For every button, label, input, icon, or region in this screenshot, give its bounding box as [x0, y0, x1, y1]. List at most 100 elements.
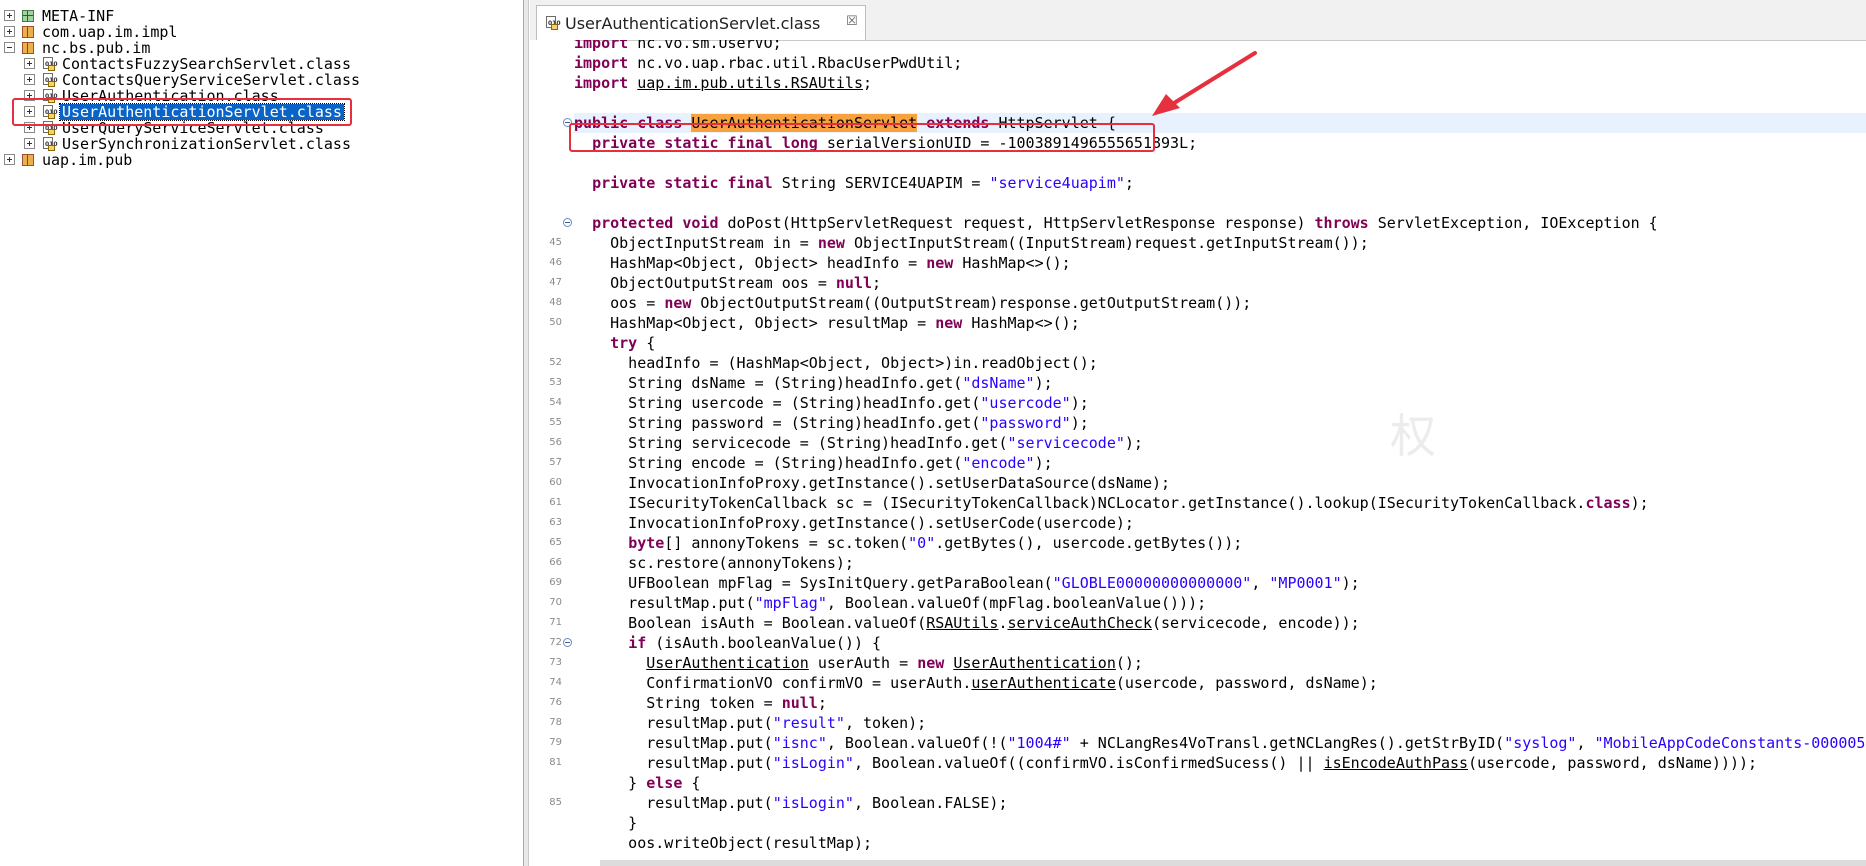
expand-icon[interactable] [4, 10, 15, 21]
close-tab-icon[interactable]: ☒ [846, 14, 858, 29]
code-line: } else { [574, 774, 701, 792]
code-line: HashMap<Object, Object> headInfo = new H… [574, 254, 1071, 272]
code-line: String encode = (String)headInfo.get("en… [574, 454, 1053, 472]
line-number-ruler: 45 46 47 48 50 52 53 54 55 56 57 60 61 63 65 66 69 70 71 72… [530, 40, 574, 866]
code-line: String servicecode = (String)headInfo.ge… [574, 434, 1143, 452]
code-line: oos.writeObject(resultMap); [574, 834, 873, 852]
code-line: InvocationInfoProxy.getInstance().setUse… [574, 514, 1134, 532]
line-number: 48 [549, 297, 562, 308]
code-line: if (isAuth.booleanValue()) { [628, 634, 882, 652]
line-number: 81 [549, 757, 562, 768]
code-line: } [574, 814, 638, 832]
code-line: sc.restore(annonyTokens); [574, 554, 854, 572]
code-line: resultMap.put("isnc", Boolean.valueOf(!(… [574, 734, 1866, 752]
line-number: 57 [549, 457, 562, 468]
tree-item[interactable]: 010 ContactsQueryServiceServlet.class [0, 72, 520, 88]
code-line: resultMap.put("result", token); [574, 714, 927, 732]
code-line: oos = new ObjectOutputStream((OutputStre… [574, 294, 1252, 312]
pane-splitter[interactable] [524, 0, 529, 866]
line-number: 50 [549, 317, 562, 328]
line-number: 76 [549, 697, 562, 708]
line-number: 56 [549, 437, 562, 448]
code-area[interactable]: import nc.vo.sm.UserVO; import nc.vo.uap.… [574, 40, 1866, 866]
line-number: 69 [549, 577, 562, 588]
expand-icon[interactable] [24, 74, 35, 85]
code-line: HashMap<Object, Object> resultMap = new … [574, 314, 1080, 332]
collapse-icon[interactable] [4, 42, 15, 53]
code-line: byte[] annonyTokens = sc.token("0".getBy… [628, 534, 1243, 552]
fold-collapse-icon[interactable] [563, 218, 572, 227]
code-line: Boolean isAuth = Boolean.valueOf(RSAUtil… [574, 614, 1360, 632]
line-number: 85 [549, 797, 562, 808]
line-number: 78 [549, 717, 562, 728]
annotation-box-class-declaration [569, 123, 1155, 152]
code-line: headInfo = (HashMap<Object, Object>)in.r… [574, 354, 1098, 372]
editor-tab-active[interactable]: 010 UserAuthenticationServlet.class ☒ [536, 5, 866, 40]
package-icon [22, 42, 34, 54]
code-line: String password = (String)headInfo.get("… [574, 414, 1089, 432]
editor-tab-bar: 010 UserAuthenticationServlet.class ☒ [530, 0, 1866, 41]
line-number: 45 [549, 237, 562, 248]
expand-icon[interactable] [24, 138, 35, 149]
line-number: 55 [549, 417, 562, 428]
line-number: 73 [549, 657, 562, 668]
tree-item-label: ContactsFuzzySearchServlet.class [62, 55, 351, 73]
line-number: 74 [549, 677, 562, 688]
expand-icon[interactable] [4, 154, 15, 165]
code-line: try { [610, 334, 656, 352]
code-line: ISecurityTokenCallback sc = (ISecurityTo… [574, 494, 1649, 512]
tree-item-label: uap.im.pub [42, 151, 133, 169]
code-line: private static final String SERVICE4UAPI… [592, 174, 1134, 192]
code-line: resultMap.put("mpFlag", Boolean.valueOf(… [574, 594, 1207, 612]
code-line: InvocationInfoProxy.getInstance().setUse… [574, 474, 1171, 492]
tree-item-label: nc.bs.pub.im [42, 39, 151, 57]
line-number: 72 [549, 637, 562, 648]
line-number: 61 [549, 497, 562, 508]
tree-item-label: UserSynchronizationServlet.class [62, 135, 351, 153]
tree-item-label: com.uap.im.impl [42, 23, 178, 41]
tree-item[interactable]: com.uap.im.impl [0, 24, 520, 40]
horizontal-scrollbar[interactable] [600, 860, 1866, 866]
line-number: 60 [549, 477, 562, 488]
editor-tab-title: UserAuthenticationServlet.class [565, 14, 821, 33]
line-number: 65 [549, 537, 562, 548]
expand-icon[interactable] [24, 58, 35, 69]
code-line: String token = null; [574, 694, 827, 712]
package-explorer: META-INFcom.uap.im.implnc.bs.pub.im010Co… [0, 0, 524, 866]
tree-item[interactable]: uap.im.pub [0, 152, 520, 168]
tree-item[interactable]: META-INF [0, 8, 520, 24]
code-line: UFBoolean mpFlag = SysInitQuery.getParaB… [574, 574, 1360, 592]
code-line: protected void doPost(HttpServletRequest… [592, 214, 1658, 232]
class-file-icon: 010 [42, 57, 58, 71]
code-line: String dsName = (String)headInfo.get("ds… [574, 374, 1053, 392]
tree-item[interactable]: 010 ContactsFuzzySearchServlet.class [0, 56, 520, 72]
package-icon [22, 154, 34, 166]
tree-item[interactable]: nc.bs.pub.im [0, 40, 520, 56]
class-file-icon: 010 [545, 16, 561, 30]
line-number: 54 [549, 397, 562, 408]
line-number: 46 [549, 257, 562, 268]
code-line: ConfirmationVO confirmVO = userAuth.user… [574, 674, 1378, 692]
annotation-arrow-icon [1152, 51, 1257, 116]
line-number: 47 [549, 277, 562, 288]
tree-item[interactable]: 010 UserSynchronizationServlet.class [0, 136, 520, 152]
folder-icon [22, 10, 34, 22]
class-file-icon: 010 [42, 73, 58, 87]
class-file-icon: 010 [42, 137, 58, 151]
line-number: 79 [549, 737, 562, 748]
package-icon [22, 26, 34, 38]
line-number: 53 [549, 377, 562, 388]
code-line: resultMap.put("isLogin", Boolean.FALSE); [574, 794, 1008, 812]
tree-item-label: ContactsQueryServiceServlet.class [62, 71, 361, 89]
line-number: 70 [549, 597, 562, 608]
code-line: String usercode = (String)headInfo.get("… [574, 394, 1089, 412]
fold-collapse-icon[interactable] [563, 638, 572, 647]
expand-icon[interactable] [4, 26, 15, 37]
annotation-box-tree-item [12, 98, 352, 126]
code-line: UserAuthentication userAuth = new UserAu… [646, 654, 1143, 672]
code-line: ObjectInputStream in = new ObjectInputSt… [574, 234, 1369, 252]
tree-item-label: META-INF [42, 7, 115, 25]
code-line: resultMap.put("isLogin", Boolean.valueOf… [574, 754, 1758, 772]
